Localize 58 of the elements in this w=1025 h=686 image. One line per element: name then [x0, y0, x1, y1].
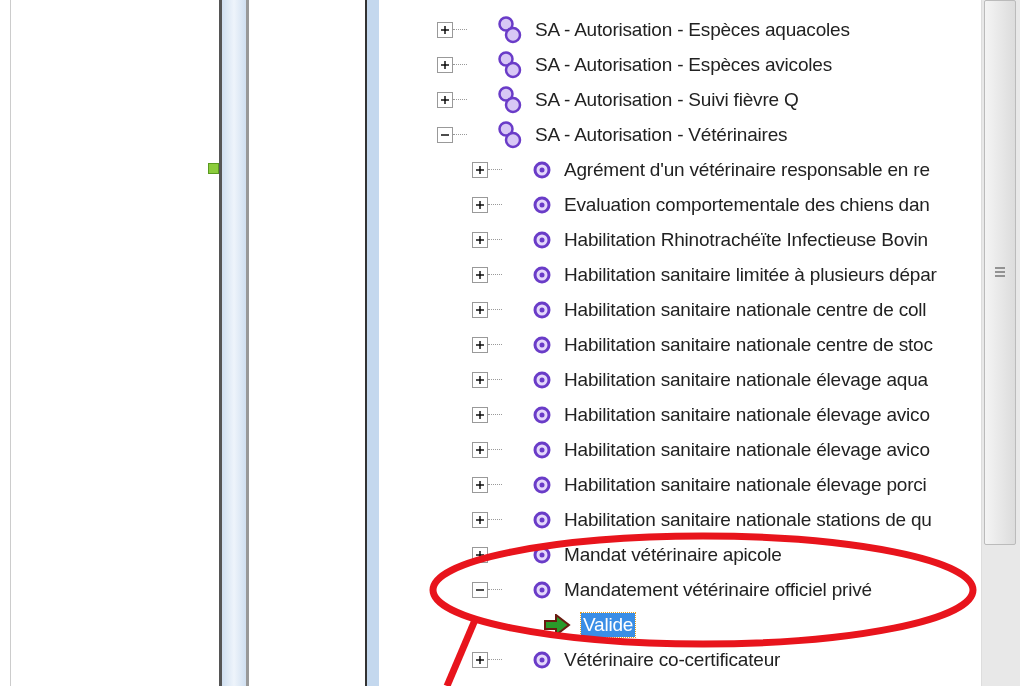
tree-item[interactable]: Habilitation sanitaire nationale élevage avico: [562, 437, 932, 462]
tree-item[interactable]: Habilitation Rhinotrachéïte Infectieuse Bovin: [562, 227, 930, 252]
pane-splitter[interactable]: [365, 0, 379, 686]
connector-handle-icon[interactable]: [208, 163, 219, 174]
circle-icon: [532, 474, 552, 495]
tree-item[interactable]: Habilitation sanitaire nationale centre de coll: [562, 297, 929, 322]
scrollbar-thumb[interactable]: [984, 0, 1016, 545]
linked-circles-icon: [497, 14, 523, 45]
expander-toggle[interactable]: [472, 336, 488, 353]
expander-toggle[interactable]: [472, 511, 488, 528]
circle-icon: [532, 649, 552, 670]
expander-toggle[interactable]: [472, 581, 488, 598]
circle-icon: [532, 334, 552, 355]
expander-toggle[interactable]: [472, 196, 488, 213]
expander-toggle[interactable]: [472, 161, 488, 178]
pane-splitter[interactable]: [219, 0, 249, 686]
expander-toggle[interactable]: [472, 651, 488, 668]
linked-circles-icon: [497, 84, 523, 115]
expander-toggle[interactable]: [472, 231, 488, 248]
expander-toggle[interactable]: [437, 56, 453, 73]
grip-icon: [994, 266, 1006, 280]
tree-item[interactable]: Mandat vétérinaire apicole: [562, 542, 784, 567]
expander-toggle[interactable]: [437, 21, 453, 38]
circle-icon: [532, 369, 552, 390]
expander-toggle[interactable]: [472, 301, 488, 318]
linked-circles-icon: [497, 119, 523, 150]
tree-item[interactable]: Habilitation sanitaire nationale élevage avico: [562, 402, 932, 427]
circle-icon: [532, 299, 552, 320]
circle-icon: [532, 229, 552, 250]
circle-icon: [532, 194, 552, 215]
tree-item[interactable]: SA - Autorisation - Espèces aquacoles: [533, 17, 852, 42]
tree-item[interactable]: Habilitation sanitaire nationale stations de qu: [562, 507, 934, 532]
expander-toggle[interactable]: [437, 126, 453, 143]
vertical-scrollbar[interactable]: [981, 0, 1020, 686]
circle-icon: [532, 579, 552, 600]
expander-toggle[interactable]: [472, 476, 488, 493]
tree-item[interactable]: SA - Autorisation - Vétérinaires: [533, 122, 790, 147]
tree-item[interactable]: Vétérinaire co-certificateur: [562, 647, 783, 672]
linked-circles-icon: [497, 49, 523, 80]
tree-item[interactable]: Agrément d'un vétérinaire responsable en re: [562, 157, 932, 182]
expander-toggle[interactable]: [472, 406, 488, 423]
expander-toggle[interactable]: [472, 441, 488, 458]
expander-toggle[interactable]: [472, 371, 488, 388]
circle-icon: [532, 264, 552, 285]
tree-item[interactable]: Habilitation sanitaire nationale centre de stoc: [562, 332, 935, 357]
circle-icon: [532, 509, 552, 530]
tree-item[interactable]: SA - Autorisation - Suivi fièvre Q: [533, 87, 801, 112]
tree-item[interactable]: Habilitation sanitaire nationale élevage porci: [562, 472, 929, 497]
tree-item[interactable]: Evaluation comportementale des chiens dan: [562, 192, 932, 217]
tree-item[interactable]: Habilitation sanitaire limitée à plusieurs dépar: [562, 262, 939, 287]
tree-item[interactable]: Habilitation sanitaire nationale élevage aqua: [562, 367, 930, 392]
circle-icon: [532, 439, 552, 460]
expander-toggle[interactable]: [472, 266, 488, 283]
tree-item[interactable]: SA - Autorisation - Espèces avicoles: [533, 52, 834, 77]
circle-icon: [532, 404, 552, 425]
expander-toggle[interactable]: [437, 91, 453, 108]
circle-icon: [532, 159, 552, 180]
tree-item[interactable]: Mandatement vétérinaire officiel privé: [562, 577, 874, 602]
